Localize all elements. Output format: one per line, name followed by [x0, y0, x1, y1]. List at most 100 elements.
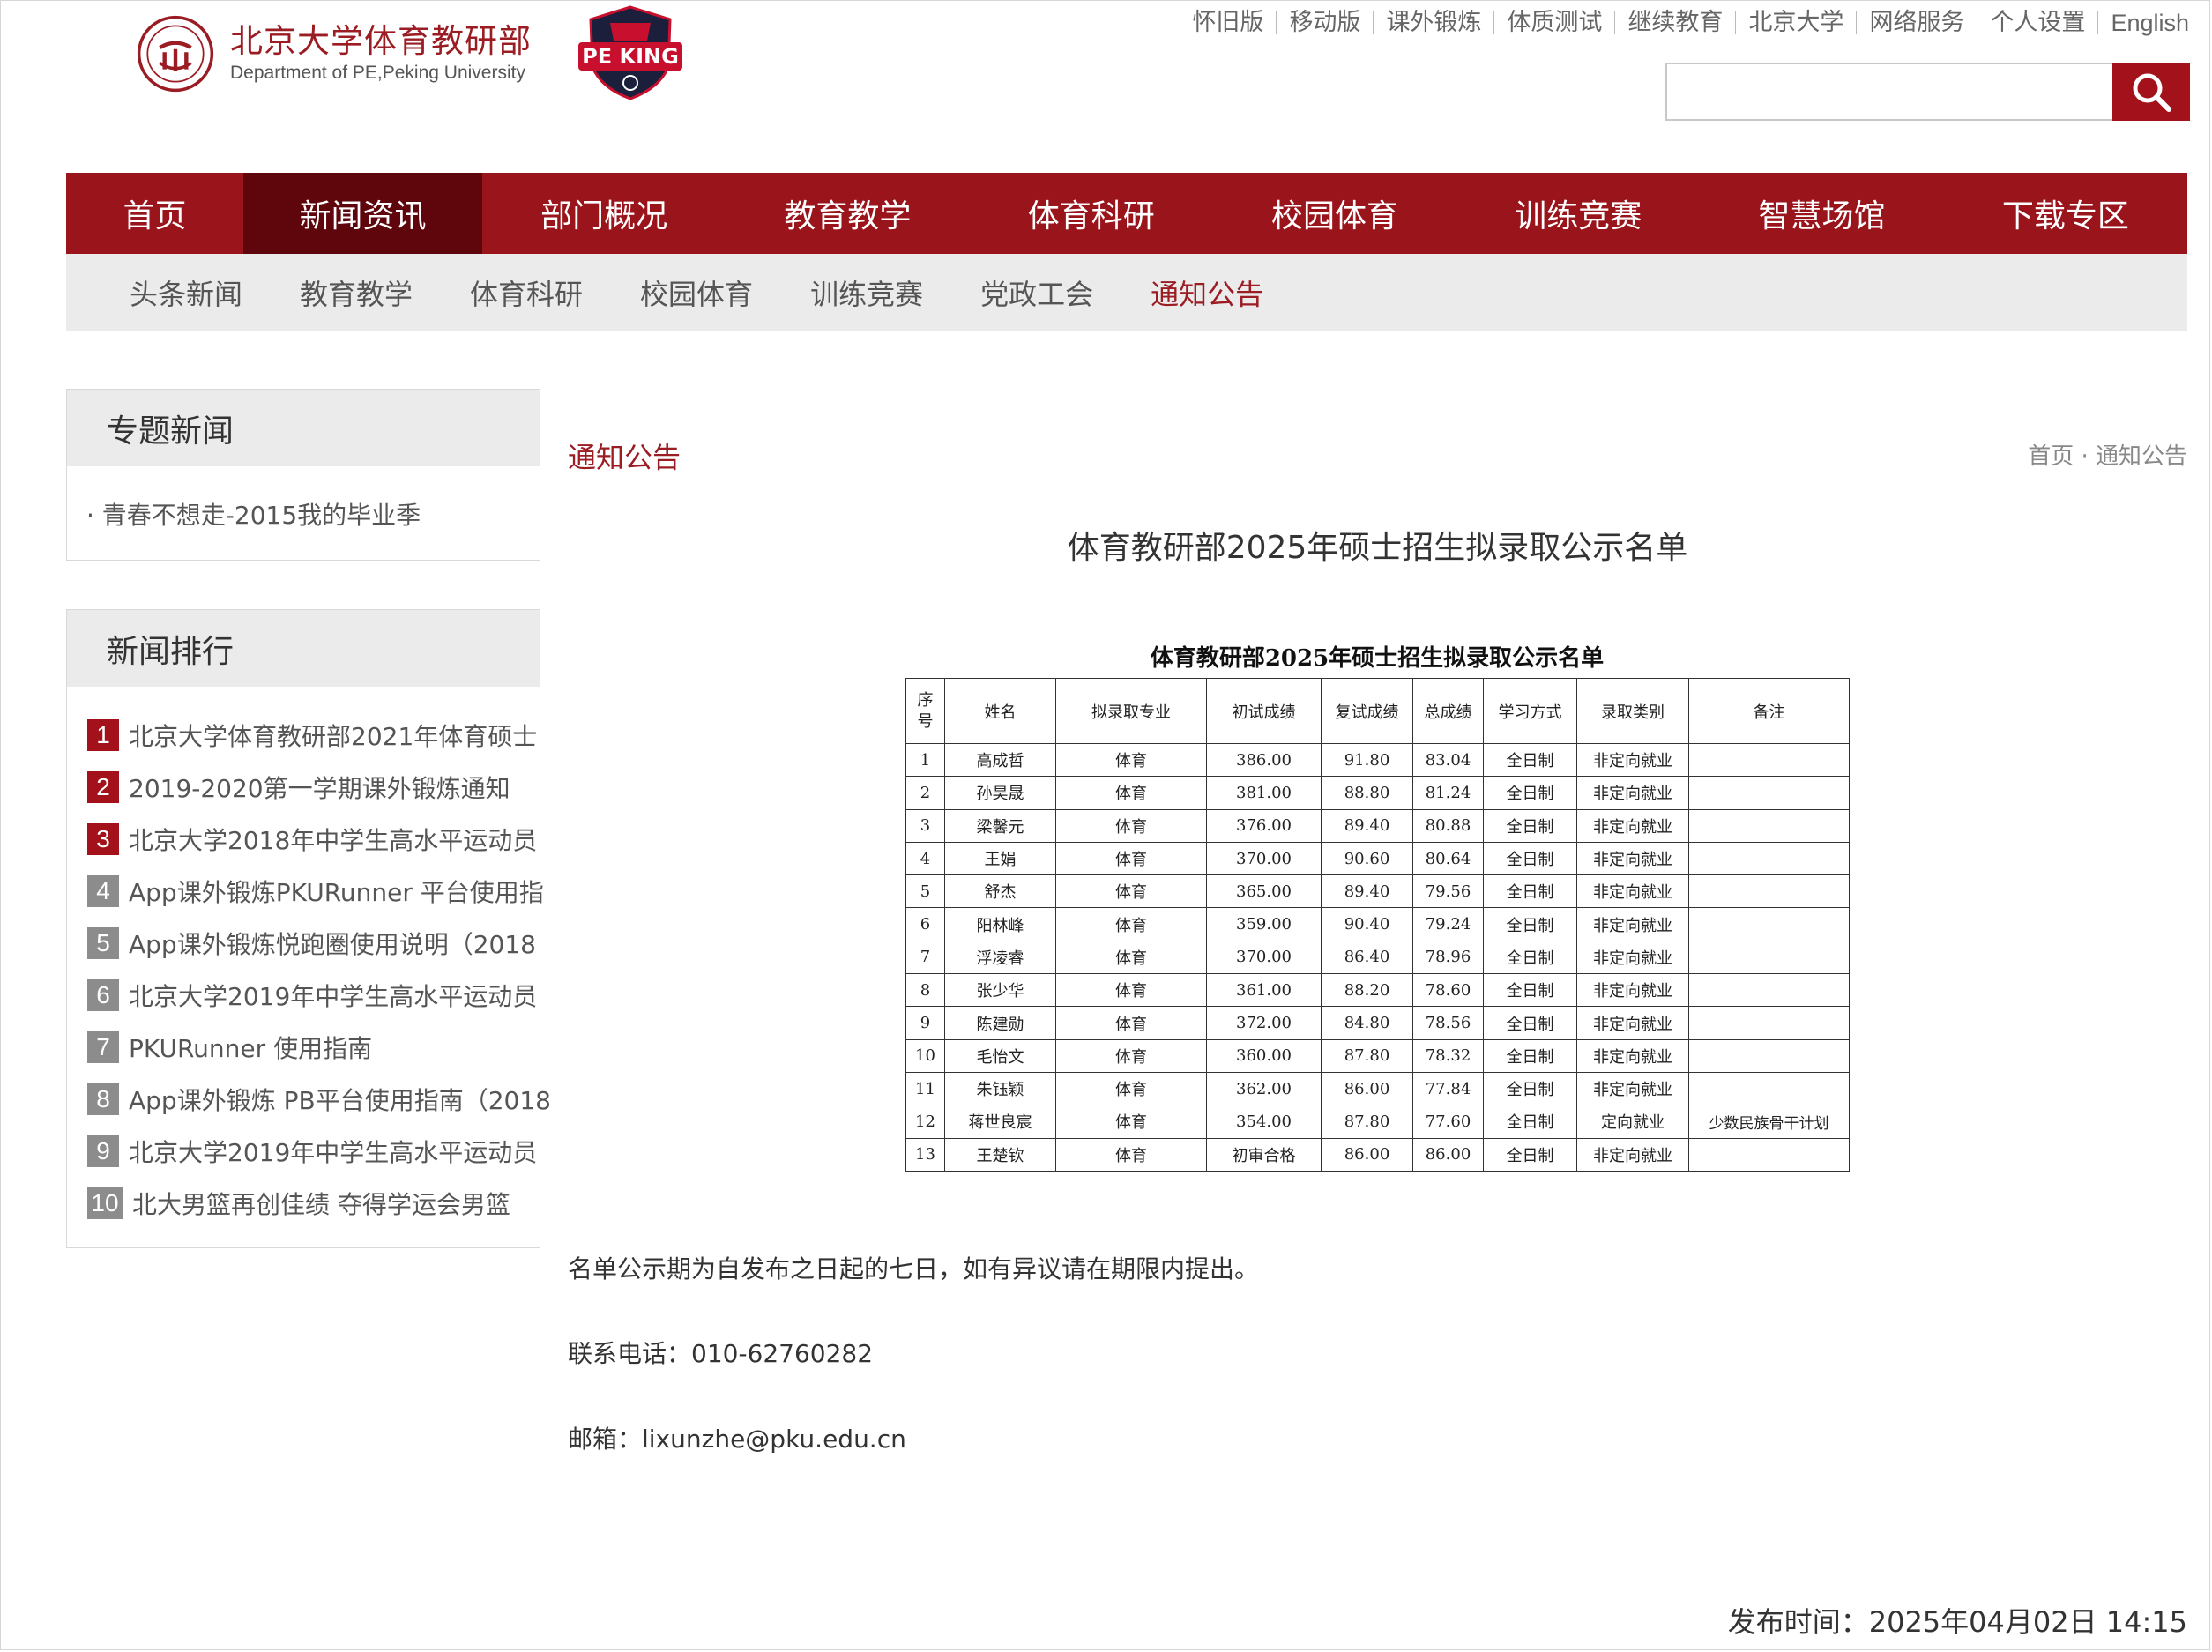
- top-link-nostalgic[interactable]: 怀旧版: [1180, 5, 1276, 41]
- table-cell: 毛怡文: [944, 1038, 1056, 1073]
- table-cell: 非定向就业: [1576, 874, 1689, 909]
- rank-badge: 2: [87, 771, 119, 803]
- subnav-research[interactable]: 体育科研: [470, 272, 583, 313]
- ranking-item[interactable]: 4 App课外锻炼PKURunner 平台使用指: [87, 874, 544, 909]
- header-cell: 拟录取专业: [1055, 678, 1207, 744]
- table-cell: 376.00: [1206, 808, 1322, 843]
- subnav-party-union[interactable]: 党政工会: [980, 272, 1093, 313]
- rank-badge: 9: [87, 1135, 119, 1167]
- table-row: 10 毛怡文 体育 360.00 87.80 78.32 全日制 非定向就业: [905, 1038, 1850, 1073]
- breadcrumb[interactable]: 首页 · 通知公告: [2028, 438, 2187, 471]
- table-cell: [1688, 776, 1850, 810]
- table-cell: 体育: [1055, 776, 1207, 810]
- ranking-item[interactable]: 8 App课外锻炼 PB平台使用指南（2018: [87, 1082, 551, 1117]
- table-cell: 9: [905, 1006, 945, 1040]
- special-news-title: 专题新闻: [67, 390, 540, 466]
- table-cell: 80.88: [1412, 808, 1484, 843]
- table-header-row: 序号 姓名 拟录取专业 初试成绩 复试成绩 总成绩 学习方式 录取类别 备注: [905, 678, 1850, 744]
- top-link-mobile[interactable]: 移动版: [1277, 5, 1373, 41]
- table-cell: 78.60: [1412, 973, 1484, 1008]
- table-cell: [1688, 973, 1850, 1008]
- header-cell: 序号: [905, 678, 945, 744]
- table-cell: 舒杰: [944, 874, 1056, 909]
- table-cell: 定向就业: [1576, 1105, 1689, 1139]
- pe-king-badge-icon: PE KING: [578, 5, 682, 100]
- table-cell: 阳林峰: [944, 907, 1056, 941]
- notice-text: 名单公示期为自发布之日起的七日，如有异议请在期限内提出。: [568, 1254, 1260, 1284]
- search-button[interactable]: [2112, 63, 2190, 121]
- table-cell: 非定向就业: [1576, 1006, 1689, 1040]
- table-cell: 361.00: [1206, 973, 1322, 1008]
- sub-nav: 头条新闻 教育教学 体育科研 校园体育 训练竞赛 党政工会 通知公告: [66, 254, 2187, 331]
- table-row: 3 梁馨元 体育 376.00 89.40 80.88 全日制 非定向就业: [905, 808, 1850, 843]
- badge-text: PE KING: [582, 44, 679, 69]
- table-row: 12 蒋世良宸 体育 354.00 87.80 77.60 全日制 定向就业 少数民族骨干计划: [905, 1105, 1850, 1139]
- nav-home[interactable]: 首页: [66, 173, 243, 254]
- nav-training[interactable]: 训练竞赛: [1456, 173, 1700, 254]
- top-link-fitness-test[interactable]: 体质测试: [1494, 5, 1614, 41]
- ranking-item[interactable]: 1 北京大学体育教研部2021年体育硕士: [87, 718, 537, 753]
- nav-research[interactable]: 体育科研: [970, 173, 1213, 254]
- table-row: 4 王娟 体育 370.00 90.60 80.64 全日制 非定向就业: [905, 841, 1850, 876]
- subnav-notices[interactable]: 通知公告: [1151, 272, 1263, 313]
- pku-seal-icon: [137, 15, 214, 93]
- ranking-item[interactable]: 2 2019-2020第一学期课外锻炼通知: [87, 770, 510, 805]
- table-row: 1 高成哲 体育 386.00 91.80 83.04 全日制 非定向就业: [905, 742, 1850, 778]
- subnav-education[interactable]: 教育教学: [300, 272, 413, 313]
- special-news-item[interactable]: · 青春不想走-2015我的毕业季: [86, 496, 421, 532]
- table-cell: 孙昊晟: [944, 776, 1056, 810]
- subnav-training[interactable]: 训练竞赛: [810, 272, 923, 313]
- table-cell: 359.00: [1206, 907, 1322, 941]
- ranking-item[interactable]: 3 北京大学2018年中学生高水平运动员: [87, 822, 537, 857]
- table-cell: 王娟: [944, 841, 1056, 876]
- section-title: 通知公告: [568, 441, 681, 474]
- header-cell: 备注: [1688, 678, 1850, 744]
- nav-downloads[interactable]: 下载专区: [1944, 173, 2187, 254]
- table-cell: 86.00: [1321, 1137, 1413, 1172]
- table-cell: [1688, 841, 1850, 876]
- subnav-campus-sports[interactable]: 校园体育: [640, 272, 753, 313]
- ranking-item[interactable]: 5 App课外锻炼悦跑圈使用说明（2018: [87, 926, 536, 961]
- rank-badge: 4: [87, 875, 119, 907]
- site-logo[interactable]: 北京大学体育教研部 Department of PE,Peking Univer…: [137, 14, 532, 93]
- ranking-item[interactable]: 10 北大男篮再创佳绩 夺得学运会男篮: [87, 1186, 510, 1221]
- search-input[interactable]: [1665, 63, 2112, 121]
- table-cell: 2: [905, 776, 945, 810]
- ranking-item[interactable]: 9 北京大学2019年中学生高水平运动员: [87, 1134, 537, 1169]
- contact-phone: 联系电话：010-62760282: [568, 1339, 874, 1368]
- table-cell: 381.00: [1206, 776, 1322, 810]
- nav-department[interactable]: 部门概况: [482, 173, 726, 254]
- top-link-english[interactable]: English: [2098, 5, 2189, 41]
- nav-news[interactable]: 新闻资讯: [243, 173, 482, 254]
- table-cell: 354.00: [1206, 1105, 1322, 1139]
- table-cell: 78.56: [1412, 1006, 1484, 1040]
- table-cell: 79.24: [1412, 907, 1484, 941]
- table-cell: 86.00: [1321, 1071, 1413, 1106]
- ranking-item[interactable]: 7 PKURunner 使用指南: [87, 1030, 372, 1065]
- table-cell: 梁馨元: [944, 808, 1056, 843]
- table-cell: 3: [905, 808, 945, 843]
- ranking-item[interactable]: 6 北京大学2019年中学生高水平运动员: [87, 978, 537, 1013]
- nav-smart-venue[interactable]: 智慧场馆: [1700, 173, 1943, 254]
- table-cell: 全日制: [1483, 940, 1577, 975]
- ranking-item-text: 北京大学2019年中学生高水平运动员: [129, 982, 538, 1011]
- nav-campus-sports[interactable]: 校园体育: [1213, 173, 1456, 254]
- top-link-pku[interactable]: 北京大学: [1736, 5, 1856, 41]
- table-cell: 王楚钦: [944, 1137, 1056, 1172]
- table-cell: 初审合格: [1206, 1137, 1322, 1172]
- table-cell: 全日制: [1483, 973, 1577, 1008]
- table-cell: 体育: [1055, 940, 1207, 975]
- table-cell: [1688, 1137, 1850, 1172]
- table-title: 体育教研部2025年硕士招生拟录取公示名单: [1150, 645, 1605, 672]
- top-link-continuing-edu[interactable]: 继续教育: [1615, 5, 1735, 41]
- top-link-network[interactable]: 网络服务: [1857, 5, 1977, 41]
- rank-badge: 8: [87, 1083, 119, 1115]
- table-cell: 84.80: [1321, 1006, 1413, 1040]
- subnav-headlines[interactable]: 头条新闻: [130, 272, 242, 313]
- top-link-exercise[interactable]: 课外锻炼: [1374, 5, 1493, 41]
- nav-education[interactable]: 教育教学: [726, 173, 969, 254]
- top-link-settings[interactable]: 个人设置: [1977, 5, 2097, 41]
- table-row: 8 张少华 体育 361.00 88.20 78.60 全日制 非定向就业: [905, 973, 1850, 1008]
- table-cell: 非定向就业: [1576, 1038, 1689, 1073]
- table-cell: 全日制: [1483, 1038, 1577, 1073]
